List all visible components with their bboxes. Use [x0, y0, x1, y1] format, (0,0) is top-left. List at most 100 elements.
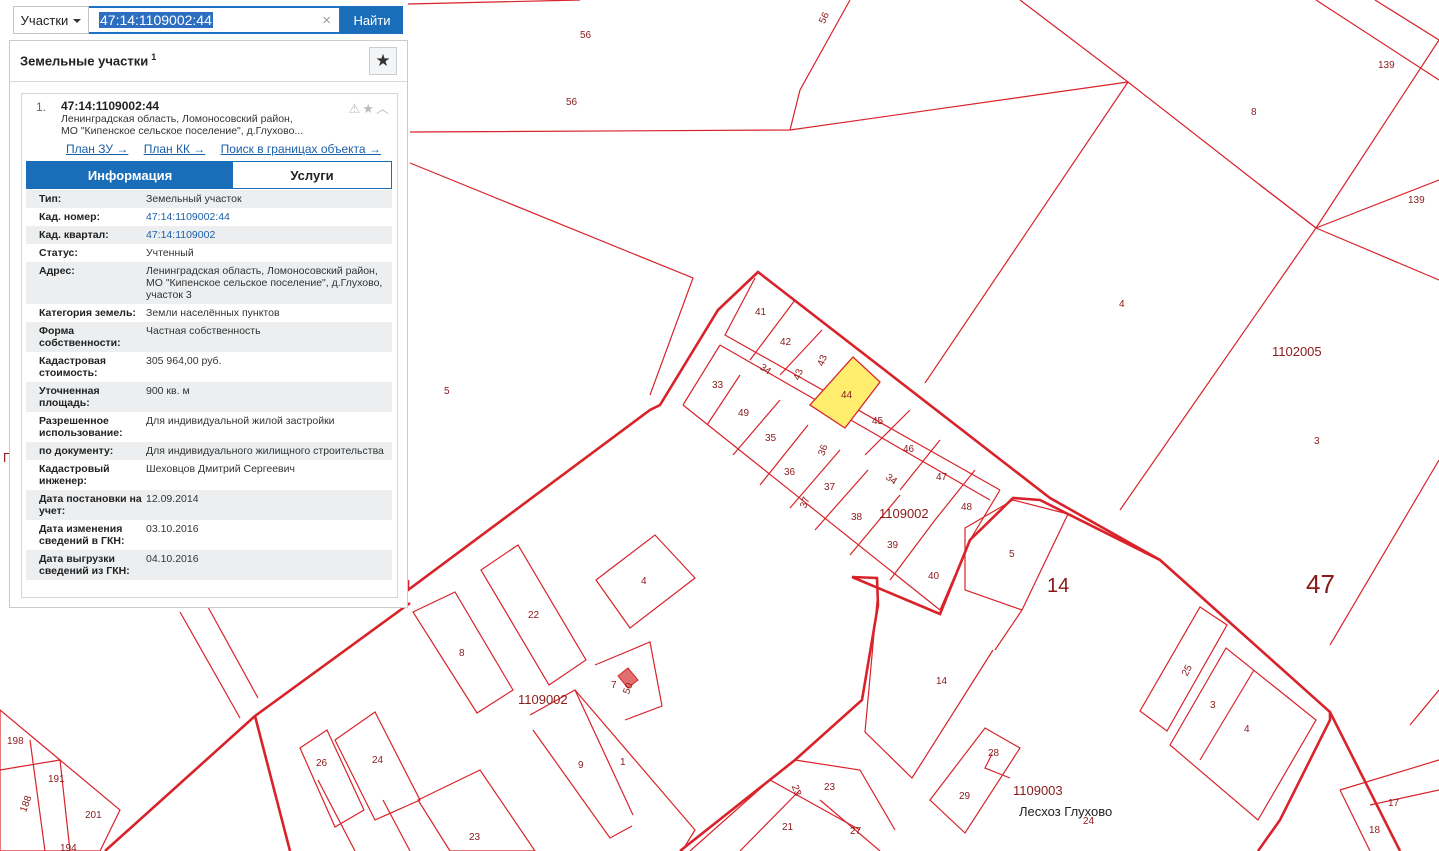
- label-29: 29: [959, 791, 971, 802]
- attr-value: 03.10.2016: [146, 523, 199, 535]
- search-input[interactable]: 47:14:1109002:44 ×: [89, 6, 341, 34]
- label-47: 47: [936, 472, 948, 483]
- label-7: 7: [611, 680, 617, 691]
- label-23: 23: [469, 832, 481, 843]
- label-38: 38: [851, 512, 863, 523]
- attr-value: Шеховцов Дмитрий Сергеевич: [146, 463, 295, 475]
- label-big-14: 14: [1047, 575, 1069, 597]
- label-56b: 56: [566, 97, 578, 108]
- label-191: 191: [48, 774, 65, 785]
- label-48: 48: [961, 502, 973, 513]
- attr-value: Для индивидуальной жилой застройки: [146, 415, 335, 427]
- attr-key: Кад. квартал:: [39, 229, 109, 241]
- layer-select[interactable]: Участки: [13, 6, 89, 34]
- panel-header: Земельные участки 1 ★: [10, 41, 407, 82]
- attr-value: 900 кв. м: [146, 385, 190, 397]
- star-icon[interactable]: ★: [362, 101, 376, 116]
- attr-value-link[interactable]: 47:14:1109002:44: [146, 211, 392, 223]
- result-address-line2: МО "Кипенское сельское поселение", д.Глу…: [61, 125, 304, 137]
- label-41: 41: [755, 307, 767, 318]
- label-21: 21: [782, 822, 794, 833]
- label-36: 36: [784, 467, 796, 478]
- label-34a: 34: [757, 362, 773, 378]
- result-address-line1: Ленинградская область, Ломоносовский рай…: [61, 113, 293, 125]
- attr-key: Форма собственности:: [39, 325, 121, 349]
- label-194: 194: [60, 843, 77, 851]
- attr-value-link[interactable]: 47:14:1109002: [146, 229, 392, 241]
- attributes-table: Тип: Земельный участок Кад. номер: 47:14:1…: [26, 190, 392, 580]
- label-139a: 139: [1378, 60, 1395, 71]
- attr-value: 04.10.2016: [146, 553, 199, 565]
- attr-value: Для индивидуального жилищного строительс…: [146, 445, 384, 457]
- search-bar: Участки 47:14:1109002:44 × Найти: [13, 6, 403, 34]
- label-8: 8: [1251, 107, 1257, 118]
- attr-row: Статус: Учтенный: [26, 244, 392, 262]
- attr-row: Форма собственности: Частная собственност…: [26, 322, 392, 352]
- label-35: 35: [765, 433, 777, 444]
- label-9: 9: [578, 760, 584, 771]
- tab-information[interactable]: Информация: [27, 162, 233, 188]
- label-5: 5: [444, 386, 450, 397]
- label-56c: 56: [817, 10, 832, 25]
- collapse-icon[interactable]: ︿: [376, 101, 391, 116]
- label-1: 1: [620, 757, 626, 768]
- search-button[interactable]: Найти: [341, 6, 403, 34]
- attr-key: Категория земель:: [39, 307, 136, 319]
- attr-key: Разрешенное использование:: [39, 415, 123, 439]
- favorites-button[interactable]: ★: [369, 47, 397, 75]
- attr-key: Дата постановки на учет:: [39, 493, 142, 517]
- label-1109003: 1109003: [1013, 783, 1063, 798]
- label-26: 26: [316, 758, 328, 769]
- attr-row: Дата выгрузки сведений из ГКН: 04.10.2016: [26, 550, 392, 580]
- label-34b: 34: [883, 472, 899, 488]
- search-input-value: 47:14:1109002:44: [99, 12, 213, 28]
- label-37: 37: [824, 482, 836, 493]
- label-27: 27: [850, 826, 862, 837]
- attr-row: по документу: Для индивидуального жилищно…: [26, 442, 392, 460]
- search-in-bounds-link[interactable]: Поиск в границах объекта →: [221, 142, 381, 156]
- result-card: 1. 47:14:1109002:44 Ленинградская област…: [21, 93, 398, 598]
- star-icon: ★: [375, 51, 391, 70]
- label-leskhoz: Лесхоз Глухово: [1019, 804, 1112, 819]
- label-56a: 56: [580, 30, 592, 41]
- label-3: 3: [1314, 436, 1320, 447]
- label-42: 42: [780, 337, 792, 348]
- attr-row: Тип: Земельный участок: [26, 190, 392, 208]
- panel-title: Земельные участки 1: [20, 52, 156, 68]
- attr-key: Адрес:: [39, 265, 75, 277]
- results-count: 1: [151, 52, 157, 62]
- panel-title-text: Земельные участки: [20, 53, 149, 69]
- attr-key: Уточненная площадь:: [39, 385, 100, 409]
- label-28: 28: [988, 748, 1000, 759]
- attr-key: Дата выгрузки сведений из ГКН:: [39, 553, 130, 577]
- plan-zu-link[interactable]: План ЗУ →: [66, 142, 128, 156]
- label-44: 44: [841, 390, 853, 401]
- attr-key: Кадастровая стоимость:: [39, 355, 106, 379]
- label-25: 25: [1180, 663, 1195, 678]
- label-46: 46: [903, 444, 915, 455]
- clear-icon[interactable]: ×: [322, 12, 331, 29]
- attr-row: Уточненная площадь: 900 кв. м: [26, 382, 392, 412]
- result-index: 1.: [36, 100, 47, 114]
- attr-row: Адрес: Ленинградская область, Ломоносовск…: [26, 262, 392, 304]
- label-139b: 139: [1408, 195, 1425, 206]
- label-big-47: 47: [1306, 569, 1335, 599]
- label-37b: 37: [798, 495, 812, 510]
- attr-row: Кад. номер: 47:14:1109002:44: [26, 208, 392, 226]
- label-17: 17: [1388, 798, 1400, 809]
- attr-value: Земли населённых пунктов: [146, 307, 280, 319]
- label-36b: 36: [816, 443, 830, 458]
- tab-services[interactable]: Услуги: [233, 162, 391, 188]
- attr-row: Кад. квартал: 47:14:1109002: [26, 226, 392, 244]
- label-39: 39: [887, 540, 899, 551]
- label-4c: 4: [1244, 724, 1250, 735]
- label-198: 198: [7, 736, 24, 747]
- attr-row: Кадастровая стоимость: 305 964,00 руб.: [26, 352, 392, 382]
- label-201: 201: [85, 810, 102, 821]
- plan-kk-link[interactable]: План КК →: [144, 142, 206, 156]
- warning-icon[interactable]: ⚠: [349, 101, 363, 116]
- attr-row: Категория земель: Земли населённых пункто…: [26, 304, 392, 322]
- caret-down-icon: [73, 19, 82, 23]
- card-actions: ⚠★︿: [349, 98, 391, 117]
- result-cad-number[interactable]: 47:14:1109002:44: [61, 99, 159, 113]
